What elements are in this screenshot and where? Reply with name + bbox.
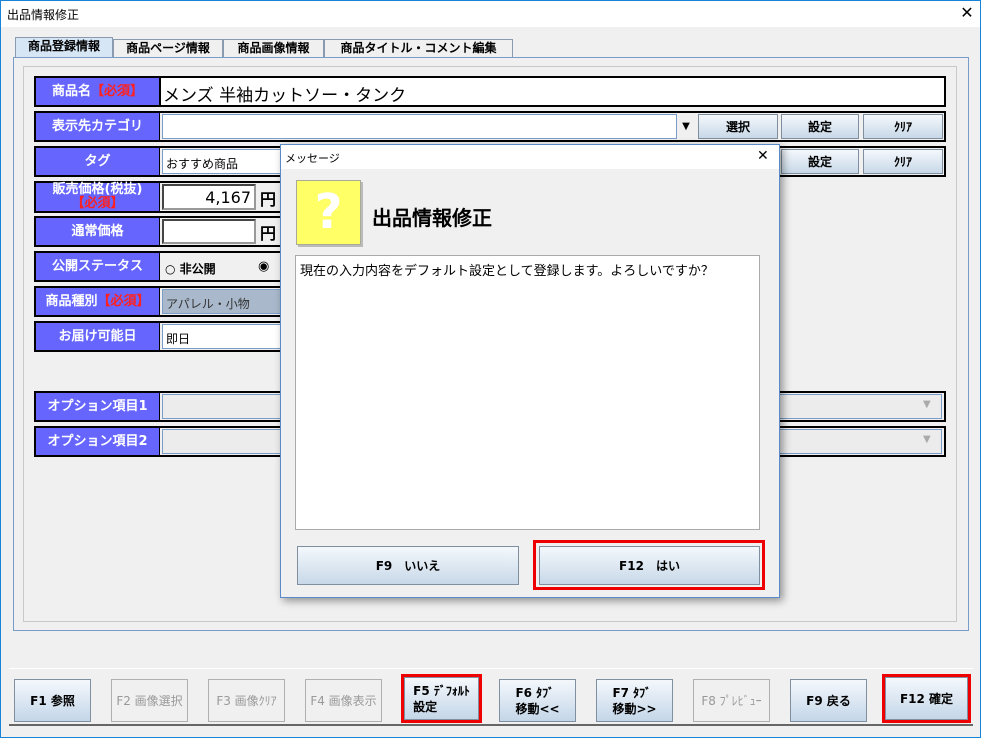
f9-button[interactable]: F9 戻る	[790, 679, 867, 722]
f8-button[interactable]: F8 ﾌﾟﾚﾋﾞｭｰ	[693, 679, 770, 722]
category-input[interactable]	[162, 114, 677, 139]
question-icon: ?	[296, 180, 361, 245]
delivery-input[interactable]: 即日	[162, 324, 290, 349]
category-clear-button[interactable]: ｸﾘｱ	[863, 114, 943, 139]
dialog-title-bar: メッセージ ✕	[281, 145, 779, 169]
category-label: 表示先カテゴリ	[34, 111, 161, 142]
dialog-heading: 出品情報修正	[372, 206, 492, 230]
tag-label: タグ	[34, 146, 161, 177]
price-unit: 円	[260, 190, 277, 209]
tab-product-page[interactable]: 商品ページ情報	[113, 39, 223, 58]
f12-button[interactable]: F12 確定	[885, 677, 968, 720]
dialog-message: 現在の入力内容をデフォルト設定として登録します。よろしいですか？	[295, 255, 760, 530]
f7-button[interactable]: F7 ﾀﾌﾞ 移動>>	[596, 679, 673, 722]
tab-product-images[interactable]: 商品画像情報	[223, 39, 324, 58]
tag-clear-button[interactable]: ｸﾘｱ	[863, 149, 943, 174]
yes-button[interactable]: F12 はい	[539, 546, 760, 585]
chevron-down-icon[interactable]: ▼	[923, 434, 931, 445]
category-select-button[interactable]: 選択	[698, 114, 778, 139]
title-bar: 出品情報修正 ✕	[1, 1, 980, 27]
status-label: 公開ステータス	[34, 251, 161, 282]
f5-button[interactable]: F5 ﾃﾞﾌｫﾙﾄ 設定	[404, 677, 479, 720]
category-set-button[interactable]: 設定	[781, 114, 859, 139]
product-type-label: 商品種別【必須】	[34, 286, 161, 317]
option2-label: オプション項目2	[34, 426, 161, 457]
close-icon[interactable]: ✕	[957, 3, 977, 22]
product-name-input[interactable]: メンズ 半袖カットソー・タンク	[160, 76, 946, 107]
f1-button[interactable]: F1 参照	[14, 679, 91, 722]
window-title: 出品情報修正	[7, 8, 80, 22]
f3-button[interactable]: F3 画像ｸﾘｱ	[208, 679, 285, 722]
f2-button[interactable]: F2 画像選択	[111, 679, 188, 722]
no-button[interactable]: F9 いいえ	[297, 546, 519, 585]
f6-button[interactable]: F6 ﾀﾌﾞ 移動<<	[499, 679, 576, 722]
regular-price-label: 通常価格	[34, 216, 161, 247]
tab-title-comment[interactable]: 商品タイトル・コメント編集	[324, 39, 513, 58]
tag-set-button[interactable]: 設定	[781, 149, 859, 174]
radio-private-label: 非公開	[179, 262, 216, 276]
tab-product-registration[interactable]: 商品登録情報	[15, 37, 113, 58]
product-name-label: 商品名【必須】	[34, 76, 161, 107]
delivery-label: お届け可能日	[34, 321, 161, 352]
option1-label: オプション項目1	[34, 391, 161, 422]
product-type-select[interactable]: アパレル・小物	[162, 289, 290, 314]
price-label: 販売価格(税抜) 【必須】	[34, 181, 161, 213]
radio-private[interactable]: ○ 非公開	[165, 260, 216, 277]
chevron-down-icon[interactable]: ▼	[677, 114, 695, 139]
radio-public[interactable]: ◉	[258, 259, 269, 274]
regular-price-input[interactable]	[162, 219, 256, 244]
dialog-title: メッセージ	[285, 152, 340, 165]
close-icon[interactable]: ✕	[757, 148, 769, 164]
regular-price-unit: 円	[260, 224, 277, 243]
chevron-down-icon[interactable]: ▼	[923, 399, 931, 410]
f4-button[interactable]: F4 画像表示	[305, 679, 382, 722]
price-input[interactable]: 4,167	[162, 184, 256, 210]
message-dialog: メッセージ ✕ ? 出品情報修正 現在の入力内容をデフォルト設定として登録します…	[280, 144, 780, 598]
